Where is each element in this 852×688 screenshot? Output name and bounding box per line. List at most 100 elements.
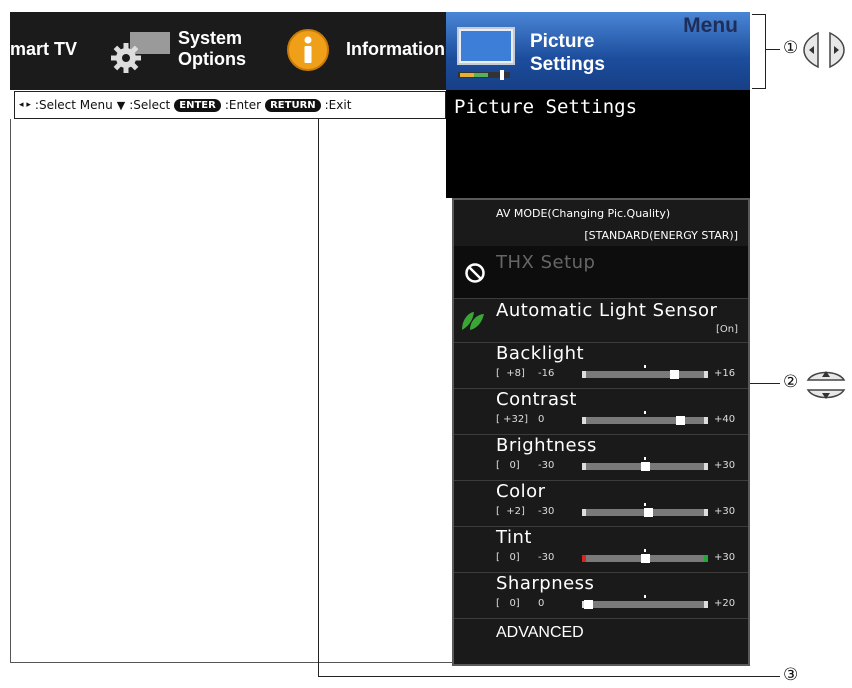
settings-title-panel: Picture Settings xyxy=(446,90,750,198)
light-sensor-value: [On] xyxy=(715,324,738,335)
slider-max-value: +20 xyxy=(714,598,736,609)
prohibited-icon xyxy=(465,263,485,283)
slider-max-value: +40 xyxy=(714,414,736,425)
slider-min-value: -30 xyxy=(538,552,555,563)
main-content-area xyxy=(10,119,454,663)
slider-right-end-icon xyxy=(704,509,708,516)
slider-current-value: [ +32] xyxy=(496,414,529,425)
slider-row-contrast[interactable]: Contrast [ +32] 0 +40 xyxy=(454,388,748,435)
slider-center-tick xyxy=(644,411,646,414)
slider-row-backlight[interactable]: Backlight [ +8] -16 +16 xyxy=(454,342,748,389)
slider-track[interactable] xyxy=(582,411,708,425)
slider-current-value: [ +2] xyxy=(496,506,525,517)
picture-settings-label: Picture Settings xyxy=(530,30,605,76)
slider-knob[interactable] xyxy=(644,508,653,517)
slider-knob[interactable] xyxy=(640,462,650,471)
slider-right-end-icon xyxy=(704,555,708,562)
slider-center-tick xyxy=(644,503,646,506)
key-guide-bar: ◂ ▸ :Select Menu ▼ :Select ENTER :Enter … xyxy=(14,91,446,119)
system-options-label-2: Options xyxy=(178,49,246,69)
slider-max-value: +30 xyxy=(714,552,736,563)
slider-center-tick xyxy=(644,595,646,598)
slider-current-value: [ +8] xyxy=(496,368,525,379)
eco-leaf-icon xyxy=(462,312,484,330)
guide-enter: :Enter xyxy=(224,98,262,112)
slider-knob[interactable] xyxy=(675,416,685,425)
slider-label: Tint xyxy=(496,527,532,548)
picture-label-line2: Settings xyxy=(530,54,605,75)
slider-min-value: -30 xyxy=(538,460,555,471)
light-sensor-label: Automatic Light Sensor xyxy=(496,300,718,321)
slider-track[interactable] xyxy=(582,365,708,379)
slider-right-end-icon xyxy=(704,371,708,378)
slider-track[interactable] xyxy=(582,503,708,517)
right-arrow-key-icon xyxy=(829,31,845,69)
enter-key-badge: ENTER xyxy=(174,98,221,112)
slider-left-end-icon xyxy=(582,509,586,516)
slider-current-value: [ 0] xyxy=(496,552,520,563)
menu-item-system-options[interactable]: System Options xyxy=(178,28,246,70)
slider-label: Color xyxy=(496,481,546,502)
picture-settings-tab[interactable]: Menu Picture Settings xyxy=(446,12,750,90)
system-options-label-1: System xyxy=(178,28,243,48)
return-key-badge: RETURN xyxy=(265,98,321,112)
tv-screen-icon xyxy=(457,27,515,80)
callout-1-number: ① xyxy=(783,38,799,58)
light-sensor-row[interactable]: Automatic Light Sensor [On] xyxy=(454,298,748,343)
left-right-arrows-icon: ◂ ▸ xyxy=(19,100,31,110)
slider-row-brightness[interactable]: Brightness [ 0] -30 +30 xyxy=(454,434,748,481)
guide-select-menu: :Select Menu xyxy=(34,98,113,112)
av-mode-value: [STANDARD(ENERGY STAR)] xyxy=(584,229,738,242)
slider-current-value: [ 0] xyxy=(496,460,520,471)
slider-track[interactable] xyxy=(582,595,708,609)
slider-row-sharpness[interactable]: Sharpness [ 0] 0 +20 xyxy=(454,572,748,619)
slider-track[interactable] xyxy=(582,457,708,471)
callout-1-bracket-top xyxy=(752,14,766,15)
slider-right-end-icon xyxy=(704,417,708,424)
menu-item-smart-tv[interactable]: mart TV xyxy=(10,39,77,60)
slider-center-tick xyxy=(644,365,646,368)
slider-knob[interactable] xyxy=(640,554,650,563)
thx-setup-row[interactable]: THX Setup xyxy=(454,246,748,299)
slider-knob[interactable] xyxy=(669,370,679,379)
slider-max-value: +30 xyxy=(714,506,736,517)
information-icon xyxy=(287,29,329,71)
menu-title: Menu xyxy=(683,14,738,37)
slider-center-tick xyxy=(644,549,646,552)
slider-left-end-icon xyxy=(582,555,586,562)
slider-row-tint[interactable]: Tint [ 0] -30 +30 xyxy=(454,526,748,573)
slider-max-value: +30 xyxy=(714,460,736,471)
slider-knob[interactable] xyxy=(584,600,593,609)
up-down-arrow-keys-icon xyxy=(806,371,846,399)
advanced-label: ADVANCED xyxy=(496,624,584,641)
slider-right-end-icon xyxy=(704,601,708,608)
top-menu-bar: mart TV System Options Information xyxy=(10,12,446,90)
down-arrow-icon: ▼ xyxy=(116,98,126,112)
slider-left-end-icon xyxy=(582,417,586,424)
thx-setup-label: THX Setup xyxy=(496,252,596,273)
slider-row-color[interactable]: Color [ +2] -30 +30 xyxy=(454,480,748,527)
slider-min-value: -16 xyxy=(538,368,555,379)
slider-left-end-icon xyxy=(582,371,586,378)
callout-2-leader xyxy=(750,383,780,384)
av-mode-label: AV MODE(Changing Pic.Quality) xyxy=(496,207,671,220)
picture-label-line1: Picture xyxy=(530,31,595,52)
slider-label: Brightness xyxy=(496,435,597,456)
callout-1-leader xyxy=(766,49,780,50)
callout-3-horizontal xyxy=(318,676,780,677)
slider-max-value: +16 xyxy=(714,368,736,379)
slider-track[interactable] xyxy=(582,549,708,563)
slider-label: Sharpness xyxy=(496,573,595,594)
advanced-row[interactable]: ADVANCED xyxy=(454,618,748,664)
left-arrow-key-icon xyxy=(803,31,819,69)
av-mode-row[interactable]: AV MODE(Changing Pic.Quality) [STANDARD(… xyxy=(454,200,748,247)
menu-item-information[interactable]: Information xyxy=(346,39,445,60)
callout-3-vertical xyxy=(318,119,319,676)
slider-min-value: -30 xyxy=(538,506,555,517)
callout-3-number: ③ xyxy=(783,665,799,685)
slider-min-value: 0 xyxy=(538,598,545,609)
callout-2-number: ② xyxy=(783,372,799,392)
slider-label: Backlight xyxy=(496,343,585,364)
guide-exit: :Exit xyxy=(324,98,352,112)
callout-1-bracket-bottom xyxy=(752,88,766,89)
